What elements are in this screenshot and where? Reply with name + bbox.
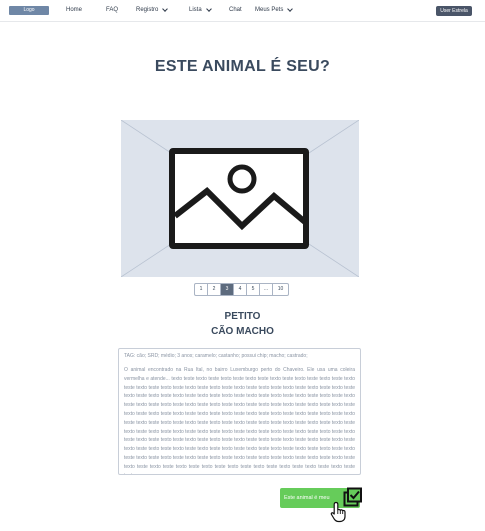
pet-photo[interactable] bbox=[121, 120, 359, 277]
page-button[interactable]: 4 bbox=[234, 284, 247, 295]
page-button[interactable]: 2 bbox=[208, 284, 221, 295]
page-button-active[interactable]: 3 bbox=[221, 284, 234, 295]
description-textarea[interactable]: TAG: cão; SRD; médio; 3 anos; caramelo; … bbox=[118, 348, 361, 475]
chevron-down-icon bbox=[287, 5, 294, 12]
logo[interactable]: Logo bbox=[9, 6, 49, 15]
pet-name: PETITO bbox=[224, 311, 261, 322]
pet-type: CÃO MACHO bbox=[211, 326, 274, 337]
nav-meus-pets-dropdown[interactable]: Meus Pets bbox=[255, 5, 294, 15]
nav-lista-label: Lista bbox=[189, 7, 202, 13]
chevron-down-icon bbox=[205, 5, 212, 12]
image-pagination: 1 2 3 4 5 ... 10 bbox=[194, 283, 289, 296]
nav-chat[interactable]: Chat bbox=[229, 5, 242, 15]
nav-faq-label: FAQ bbox=[106, 7, 119, 13]
nav-home[interactable]: Home bbox=[66, 5, 82, 15]
page-title: ESTE ANIMAL É SEU? bbox=[154, 58, 331, 75]
page-button[interactable]: 5 bbox=[247, 284, 260, 295]
image-placeholder-icon bbox=[121, 120, 359, 277]
page-button[interactable]: 10 bbox=[273, 284, 288, 295]
description-body: O animal encontrado na Rua Ital, no bair… bbox=[124, 367, 355, 474]
chevron-down-icon bbox=[162, 5, 169, 12]
navbar: Logo Home FAQ Registro Lista Chat Meus P… bbox=[0, 0, 485, 22]
nav-chat-label: Chat bbox=[229, 7, 242, 13]
hand-pointer-icon bbox=[330, 501, 346, 523]
user-button[interactable]: User Estrela bbox=[436, 6, 472, 16]
nav-home-label: Home bbox=[66, 7, 83, 13]
nav-registro-dropdown[interactable]: Registro bbox=[136, 5, 169, 15]
description-tags: TAG: cão; SRD; médio; 3 anos; caramelo; … bbox=[124, 353, 308, 359]
nav-meus-pets-label: Meus Pets bbox=[255, 7, 284, 13]
page-button[interactable]: 1 bbox=[195, 284, 208, 295]
claim-pet-label: Este animal é meu bbox=[284, 495, 330, 501]
page-ellipsis: ... bbox=[260, 284, 273, 295]
nav-lista-dropdown[interactable]: Lista bbox=[189, 5, 212, 15]
nav-registro-label: Registro bbox=[136, 7, 159, 13]
nav-faq[interactable]: FAQ bbox=[106, 5, 118, 15]
